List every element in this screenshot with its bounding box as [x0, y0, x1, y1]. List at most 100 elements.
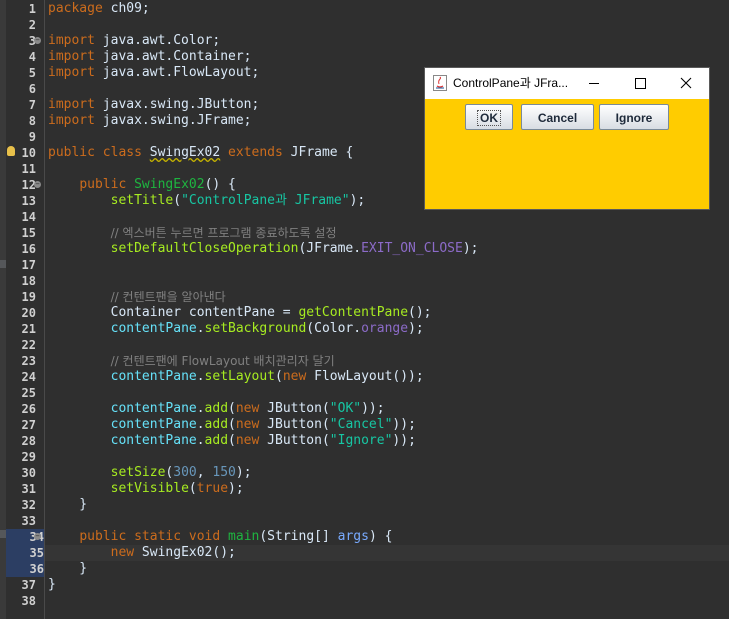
- code-line[interactable]: 36 }: [6, 561, 729, 577]
- code-line[interactable]: 3− import java.awt.Color;: [29, 33, 729, 49]
- code-text: contentPane.add(new JButton("OK"));: [48, 401, 385, 417]
- line-number: 31: [21, 482, 36, 496]
- code-token: contentPane: [110, 433, 197, 448]
- minimize-button[interactable]: [571, 68, 617, 99]
- ok-button[interactable]: OK: [465, 104, 513, 130]
- line-number: 30: [21, 466, 36, 480]
- fold-toggle-icon[interactable]: −: [34, 37, 41, 44]
- code-token: setVisible: [110, 481, 189, 496]
- code-token: // 컨텐트팬에 FlowLayout 배치관리자 달기: [110, 354, 335, 368]
- code-token: javax.swing.JFrame;: [94, 113, 252, 128]
- code-line[interactable]: 22: [22, 337, 729, 353]
- maximize-button[interactable]: [617, 68, 663, 99]
- code-line[interactable]: 34− public static void main(String[] arg…: [6, 529, 729, 545]
- code-line[interactable]: 27 contentPane.add(new JButton("Cancel")…: [22, 417, 729, 433]
- code-token: add: [204, 401, 229, 416]
- code-line[interactable]: 16 setDefaultCloseOperation(JFrame.EXIT_…: [22, 241, 729, 257]
- code-text: package ch09;: [48, 1, 150, 17]
- code-line[interactable]: 38: [22, 593, 729, 609]
- fold-toggle-icon[interactable]: −: [34, 181, 41, 188]
- code-token: }: [48, 577, 56, 592]
- close-button[interactable]: [663, 68, 709, 99]
- code-token: import: [48, 49, 95, 64]
- line-number: 13: [21, 194, 36, 208]
- code-token: ) {: [368, 529, 393, 544]
- ignore-button[interactable]: Ignore: [599, 104, 669, 130]
- code-line[interactable]: 1 package ch09;: [29, 1, 729, 17]
- code-token: ));: [392, 417, 416, 432]
- code-line[interactable]: 23 // 컨텐트팬에 FlowLayout 배치관리자 달기: [22, 353, 729, 369]
- line-number: 11: [21, 162, 36, 176]
- code-token: "Cancel": [329, 417, 393, 432]
- line-number: 36: [6, 561, 44, 577]
- ok-button-label: OK: [477, 110, 501, 126]
- code-text: import java.awt.FlowLayout;: [48, 65, 259, 81]
- code-text: contentPane.add(new JButton("Ignore"));: [48, 433, 416, 449]
- line-number: 20: [21, 306, 36, 320]
- minimize-icon: [589, 83, 599, 84]
- code-line[interactable]: 17: [22, 257, 729, 273]
- code-token: new: [110, 545, 135, 560]
- code-token: (: [188, 481, 197, 496]
- close-icon: [680, 77, 692, 89]
- code-token: .: [196, 401, 205, 416]
- code-line[interactable]: 19 // 컨텐트팬을 알아낸다: [22, 289, 729, 306]
- code-token: new: [235, 417, 260, 432]
- code-text: // 컨텐트팬을 알아낸다: [48, 289, 226, 306]
- line-number: 38: [21, 594, 36, 608]
- code-line[interactable]: 15 // 엑스버튼 누르면 프로그램 종료하도록 설정: [22, 225, 729, 241]
- code-line[interactable]: 37}: [22, 577, 729, 593]
- line-number: 33: [21, 514, 36, 528]
- code-token: FlowLayout());: [306, 369, 424, 384]
- code-line[interactable]: 21 contentPane.setBackground(Color.orang…: [22, 321, 729, 337]
- code-text: }: [48, 561, 87, 577]
- line-number: 26: [21, 402, 36, 416]
- code-line[interactable]: 2: [29, 17, 729, 33]
- code-token: setDefaultCloseOperation: [110, 241, 299, 256]
- code-line[interactable]: 33: [22, 513, 729, 529]
- code-token: true: [196, 481, 229, 496]
- content-pane: OK Cancel Ignore: [425, 104, 709, 132]
- code-line[interactable]: 24 contentPane.setLayout(new FlowLayout(…: [22, 369, 729, 385]
- cancel-button[interactable]: Cancel: [521, 104, 594, 130]
- code-line[interactable]: 25: [22, 385, 729, 401]
- fold-toggle-icon[interactable]: −: [34, 533, 41, 540]
- code-line[interactable]: 18: [22, 273, 729, 289]
- code-line[interactable]: 29: [22, 449, 729, 465]
- code-line[interactable]: 35 new SwingEx02();: [6, 545, 729, 561]
- code-line[interactable]: 31 setVisible(true);: [22, 481, 729, 497]
- code-line[interactable]: 20 Container contentPane = getContentPan…: [22, 305, 729, 321]
- code-token: setBackground: [204, 321, 307, 336]
- code-text: public class SwingEx02 extends JFrame {: [48, 145, 353, 161]
- code-token: JFrame {: [282, 145, 354, 160]
- lightbulb-warning-icon[interactable]: [7, 146, 15, 156]
- code-line[interactable]: 14: [22, 209, 729, 225]
- code-line[interactable]: 4 import java.awt.Container;: [29, 49, 729, 65]
- code-text: contentPane.setBackground(Color.orange);: [48, 321, 424, 337]
- window-titlebar[interactable]: ControlPane과 JFra...: [425, 68, 709, 99]
- line-number: 32: [21, 498, 36, 512]
- code-line[interactable]: 28 contentPane.add(new JButton("Ignore")…: [22, 433, 729, 449]
- code-token: SwingEx02: [149, 145, 221, 160]
- code-token: EXIT_ON_CLOSE: [361, 241, 463, 256]
- code-text: Container contentPane = getContentPane()…: [48, 305, 432, 321]
- code-line[interactable]: 32 }: [22, 497, 729, 513]
- code-token: java.awt.Container;: [94, 49, 252, 64]
- line-number: 37: [21, 578, 36, 592]
- code-token: JButton(: [259, 417, 330, 432]
- code-token: main: [228, 529, 260, 544]
- code-token: ();: [408, 305, 432, 320]
- line-number: 15: [21, 226, 36, 240]
- code-line[interactable]: 30 setSize(300, 150);: [22, 465, 729, 481]
- line-number: 25: [21, 386, 36, 400]
- code-line[interactable]: 26 contentPane.add(new JButton("OK"));: [22, 401, 729, 417]
- line-number: 12: [21, 178, 36, 192]
- line-number: 3: [28, 34, 36, 48]
- code-token: contentPane: [110, 401, 197, 416]
